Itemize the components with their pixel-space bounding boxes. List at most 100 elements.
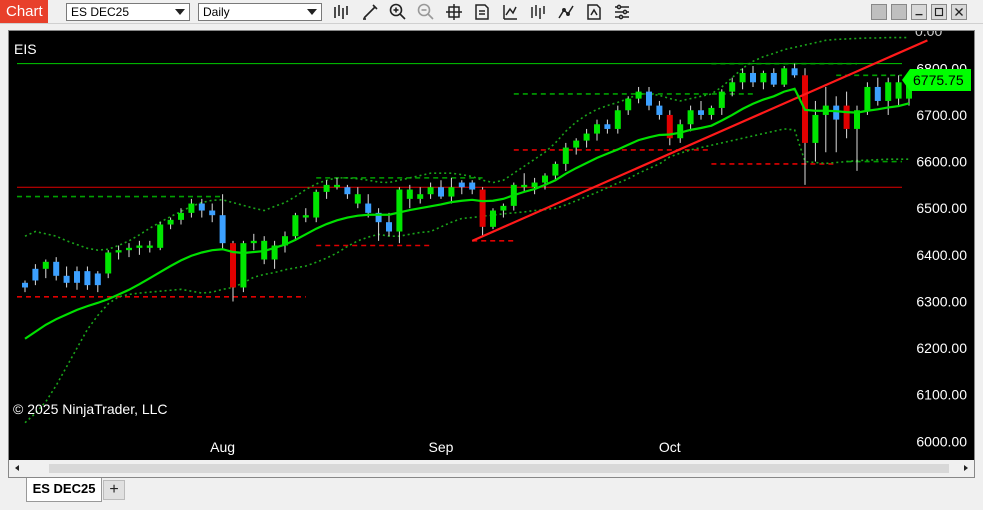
candle-body [531,182,538,188]
candle-body [334,184,340,188]
candle-body [614,110,621,129]
price-chart[interactable]: 6800.006700.006600.006500.006400.006300.… [9,31,974,477]
chevron-down-icon [175,9,185,15]
time-tick-label: Sep [429,439,454,455]
candle-body [42,261,49,269]
candle-body [646,91,652,106]
candle-body [406,189,413,199]
candle-body [292,215,299,237]
link-button[interactable] [871,4,887,20]
candle-body [157,224,164,248]
candle-body [219,215,226,244]
minimize-icon[interactable] [911,4,927,20]
data-box-icon[interactable] [472,2,492,22]
candle-body [313,191,320,218]
candle-body [625,98,632,111]
candle-body [53,261,60,276]
strategies-icon[interactable] [528,2,548,22]
chart-window-tab[interactable]: Chart [0,0,48,23]
zoom-out-icon[interactable] [416,2,436,22]
candle-body [250,240,257,244]
candle-body [344,187,351,195]
instrument-selector-value: ES DEC25 [71,5,130,19]
period-selector-value: Daily [203,5,230,19]
price-axis: 6800.006700.006600.006500.006400.006300.… [916,60,967,449]
candle-body [739,72,746,83]
candle-body [365,203,372,213]
candle-body [687,110,694,125]
add-tab-button[interactable]: + [103,480,125,500]
drawing-tools-icon[interactable] [556,2,576,22]
candle-body [427,187,434,195]
time-axis: Aug Sep Oct [210,439,681,455]
properties-icon[interactable] [612,2,632,22]
candle-body [521,184,528,188]
candle-body [583,133,590,141]
price-tick-label: 6000.00 [916,433,967,449]
candle-body [178,212,184,220]
maximize-icon[interactable] [931,4,947,20]
candle-body [302,215,309,218]
candle-body [22,282,28,288]
price-tick-label: 6400.00 [916,247,967,263]
candle-body [562,147,569,164]
candle-body [770,72,777,85]
draw-pencil-icon[interactable] [360,2,380,22]
tab-es-dec25[interactable]: ES DEC25 [26,478,102,502]
chevron-down-icon [307,9,317,15]
candle-body [864,86,871,111]
candle-body [198,203,205,211]
candles [22,63,912,302]
candle-body [729,82,736,92]
candle-body [604,124,611,129]
candle-body [386,222,392,232]
candle-body [469,182,476,190]
candle-body [635,91,642,99]
candle-body [32,268,39,281]
crosshair-icon[interactable] [444,2,464,22]
price-tick-label: 6100.00 [916,387,967,403]
indicators-icon[interactable] [500,2,520,22]
scrollbar-thumb[interactable] [49,464,949,473]
last-price-marker: 6775.75 [902,68,971,91]
candle-body [885,82,892,101]
chart-panel[interactable]: 6800.00 6700.00 6600.00 6500.00 6400.00 6300.… [8,30,975,478]
candle-body [240,243,247,288]
candle-body [781,68,788,85]
instrument-link-button[interactable] [891,4,907,20]
time-tick-label: Aug [210,439,235,455]
candle-body [500,205,507,211]
candle-body [396,189,403,232]
candle-body [573,140,580,148]
candle-body [760,72,767,83]
templates-icon[interactable] [584,2,604,22]
period-selector[interactable]: Daily [198,3,322,21]
candle-body [323,184,330,192]
candle-body [115,250,122,253]
zoom-in-icon[interactable] [388,2,408,22]
bar-type-icon[interactable] [330,2,350,22]
candle-body [552,163,559,176]
moving-average-line [24,87,910,340]
instrument-selector[interactable]: ES DEC25 [66,3,190,21]
candle-body [146,245,153,248]
trend-line-layer [471,39,928,242]
candle-body [74,271,80,283]
candle-body [718,91,725,108]
close-icon[interactable] [951,4,967,20]
price-tick-label: 6200.00 [916,340,967,356]
candle-body [833,105,840,120]
time-tick-label: Oct [659,439,681,455]
instrument-label: EIS [14,41,37,57]
price-tick-label: 6500.00 [916,200,967,216]
candle-body [105,252,112,274]
candle-body [136,245,143,248]
lower-band-line [24,128,909,424]
candle-body [490,210,496,227]
candle-body [843,105,850,129]
chart-toolbar: Chart ES DEC25 Daily [0,0,983,24]
candle-body [417,194,424,199]
price-tick-label: 6300.00 [916,293,967,309]
candle-body [354,194,361,204]
candle-body [750,72,756,83]
